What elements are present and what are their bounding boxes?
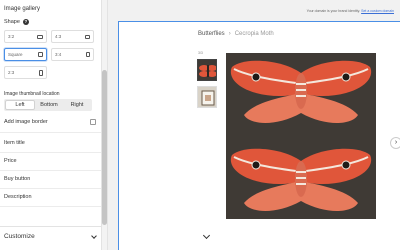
divider	[0, 188, 101, 189]
breadcrumb-separator: ›	[228, 31, 231, 37]
breadcrumb-current: Cecropia Moth	[234, 31, 274, 37]
price-row[interactable]: Price	[4, 158, 96, 164]
customize-section[interactable]: Customize	[4, 232, 97, 240]
location-left-button[interactable]: Left	[5, 100, 35, 110]
portrait-ratio-icon	[39, 69, 43, 76]
square-ratio-icon	[38, 52, 43, 57]
description-label: Description	[4, 194, 32, 200]
domain-notice-text: Your domain is your brand identity.	[306, 9, 361, 13]
thumbnail-location-label: Image thumbnail location	[4, 91, 60, 97]
shape-label-text: Shape	[4, 19, 20, 25]
shape-option-label: Square	[8, 52, 23, 57]
panel-title: Image gallery	[4, 6, 41, 12]
description-row[interactable]: Description	[4, 194, 96, 200]
image-border-checkbox[interactable]	[90, 119, 96, 125]
shape-option-3-2[interactable]: 3:2	[4, 30, 47, 43]
landscape-ratio-icon	[37, 34, 43, 39]
moth-thumbnail-image	[198, 60, 216, 80]
next-image-button[interactable]: ›	[390, 137, 400, 149]
customize-label: Customize	[4, 233, 35, 240]
gallery-thumbnail[interactable]	[197, 59, 217, 81]
divider	[0, 170, 101, 171]
location-bottom-button[interactable]: Bottom	[35, 100, 63, 110]
shape-label: Shape ?	[4, 19, 29, 25]
portrait-ratio-icon	[86, 52, 90, 57]
shape-option-label: 4:3	[55, 34, 62, 39]
image-border-label: Add image border	[4, 119, 48, 125]
image-border-row[interactable]: Add image border	[4, 119, 96, 125]
app-root: Image gallery Shape ? 3:2 4:3 Square 3:4	[0, 0, 400, 250]
divider	[0, 206, 101, 207]
shape-option-2-3[interactable]: 2:3	[4, 66, 47, 79]
breadcrumb: Butterflies › Cecropia Moth	[198, 31, 274, 37]
shape-option-label: 3:4	[55, 52, 62, 57]
custom-domain-link[interactable]: Set a custom domain	[361, 9, 394, 13]
shape-option-3-4[interactable]: 3:4	[51, 48, 94, 61]
shape-option-label: 3:2	[8, 34, 15, 39]
gallery-main-image[interactable]	[226, 53, 376, 219]
divider	[0, 226, 101, 227]
divider	[0, 132, 101, 133]
cecropia-moth-image	[226, 53, 376, 219]
divider	[0, 152, 101, 153]
gallery-thumbnail[interactable]	[197, 86, 217, 108]
chevron-right-icon: ›	[394, 139, 398, 146]
shape-option-4-3[interactable]: 4:3	[51, 30, 94, 43]
help-icon[interactable]: ?	[22, 19, 29, 25]
item-title-row[interactable]: Item title	[4, 140, 96, 146]
thumbnail-location-segmented: Left Bottom Right	[4, 99, 92, 111]
buy-button-label: Buy button	[4, 176, 31, 182]
price-label: Price	[4, 158, 17, 164]
settings-panel: Image gallery Shape ? 3:2 4:3 Square 3:4	[0, 0, 101, 250]
shape-option-square[interactable]: Square	[4, 48, 47, 61]
breadcrumb-parent-link[interactable]: Butterflies	[198, 31, 225, 37]
domain-notice: Your domain is your brand identity. Set …	[307, 9, 394, 13]
thumbnail-count: 3/3	[198, 51, 203, 55]
location-right-button[interactable]: Right	[63, 100, 91, 110]
item-title-label: Item title	[4, 140, 25, 146]
framed-print-thumbnail-image	[198, 87, 216, 107]
buy-button-row[interactable]: Buy button	[4, 176, 96, 182]
chevron-down-icon	[91, 232, 97, 239]
shape-option-label: 2:3	[8, 70, 15, 75]
landscape-ratio-icon	[85, 34, 90, 39]
panel-scrollbar-thumb[interactable]	[102, 70, 107, 225]
